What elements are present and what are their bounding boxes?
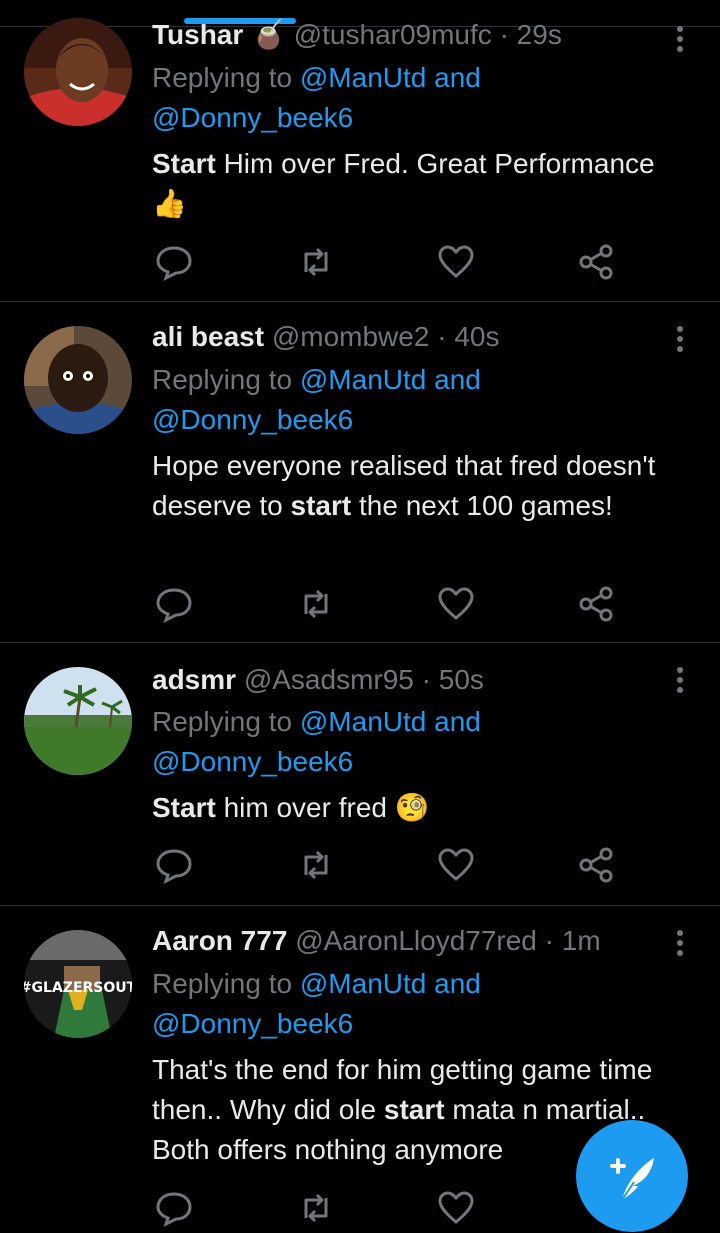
monocle-emoji: 🧐 [394,792,430,823]
mention-link[interactable]: @Donny_beek6 [152,746,353,777]
avatar[interactable]: #GLAZERSOUT [24,930,132,1038]
tweet-time: · 1m [544,925,601,956]
share-icon[interactable] [576,584,616,624]
replying-to-line2: @Donny_beek6 [152,98,353,138]
tweet[interactable]: ali beast @mombwe2 · 40s Replying to @Ma… [0,302,720,643]
mention-link[interactable]: @ManUtd and [300,364,481,395]
reply-icon[interactable] [154,1188,194,1228]
author-name[interactable]: ali beast [152,321,264,352]
like-icon[interactable] [436,845,476,885]
like-icon[interactable] [436,584,476,624]
replying-to: Replying to @ManUtd and [152,360,481,400]
avatar[interactable] [24,18,132,126]
author-handle[interactable]: @tushar09mufc [294,19,492,50]
mention-link[interactable]: @Donny_beek6 [152,102,353,133]
author-name[interactable]: adsmr [152,664,236,695]
replying-to-label: Replying to [152,364,293,395]
tweet-header: ali beast @mombwe2 · 40s [152,320,499,354]
mention-link[interactable]: @Donny_beek6 [152,404,353,435]
mention-link[interactable]: @ManUtd and [300,706,481,737]
retweet-icon[interactable] [296,242,336,282]
compose-tweet-icon [610,1158,654,1201]
tweet-time: · 29s [499,19,562,50]
tweet-actions [152,584,622,624]
retweet-icon[interactable] [296,845,336,885]
tweet[interactable]: adsmr @Asadsmr95 · 50s Replying to @ManU… [0,643,720,906]
tweet-text: Start Him over Fred. Great Performance 👍 [152,144,702,224]
tweet-text: Hope everyone realised that fred doesn't… [152,446,692,526]
tweet-actions [152,242,622,282]
text-rest: Him over Fred. Great Performance [215,148,655,179]
author-handle[interactable]: @Asadsmr95 [244,664,414,695]
author-name[interactable]: Tushar [152,19,243,50]
retweet-icon[interactable] [296,584,336,624]
more-vertical-icon[interactable] [664,663,696,697]
tweet-text: Start him over fred 🧐 [152,788,702,828]
mention-link[interactable]: @Donny_beek6 [152,1008,353,1039]
reply-icon[interactable] [154,845,194,885]
replying-to: Replying to @ManUtd and [152,58,481,98]
mention-link[interactable]: @ManUtd and [300,968,481,999]
replying-to: Replying to @ManUtd and [152,964,481,1004]
reply-icon[interactable] [154,242,194,282]
mate-emoji: 🧉 [251,19,286,50]
text-bold: Start [152,148,216,179]
text-bold: Start [152,792,216,823]
like-icon[interactable] [436,1188,476,1228]
share-icon[interactable] [576,242,616,282]
tweet-time: · 40s [437,321,500,352]
tweet-time: · 50s [421,664,484,695]
like-icon[interactable] [436,242,476,282]
replying-to-label: Replying to [152,706,293,737]
more-vertical-icon[interactable] [664,926,696,960]
tweet-actions [152,845,622,885]
reply-icon[interactable] [154,584,194,624]
tweet-header: adsmr @Asadsmr95 · 50s [152,663,484,697]
avatar[interactable] [24,326,132,434]
replying-to-line2: @Donny_beek6 [152,400,353,440]
share-icon[interactable] [576,845,616,885]
replying-to-line2: @Donny_beek6 [152,1004,353,1044]
avatar[interactable] [24,667,132,775]
text-bold: start [290,490,352,521]
text-rest: him over fred [215,792,387,823]
text-bold: start [383,1094,445,1125]
replying-to-line2: @Donny_beek6 [152,742,353,782]
replying-to: Replying to @ManUtd and [152,702,481,742]
text-post: the next 100 games! [351,490,613,521]
more-vertical-icon[interactable] [664,22,696,56]
avatar-text: #GLAZERSOUT [24,980,132,996]
tweet-header: Aaron 777 @AaronLloyd77red · 1m [152,924,601,958]
tweet[interactable]: Tushar 🧉 @tushar09mufc · 29s Replying to… [0,0,720,302]
thumbs-up-emoji: 👍 [152,188,187,219]
retweet-icon[interactable] [296,1188,336,1228]
tweet-header: Tushar 🧉 @tushar09mufc · 29s [152,18,562,52]
tweet-actions [152,1188,622,1228]
author-handle[interactable]: @mombwe2 [272,321,430,352]
replying-to-label: Replying to [152,62,293,93]
more-vertical-icon[interactable] [664,322,696,356]
replying-to-label: Replying to [152,968,293,999]
compose-tweet-button[interactable] [576,1120,688,1232]
mention-link[interactable]: @ManUtd and [300,62,481,93]
author-handle[interactable]: @AaronLloyd77red [295,925,537,956]
author-name[interactable]: Aaron 777 [152,925,287,956]
